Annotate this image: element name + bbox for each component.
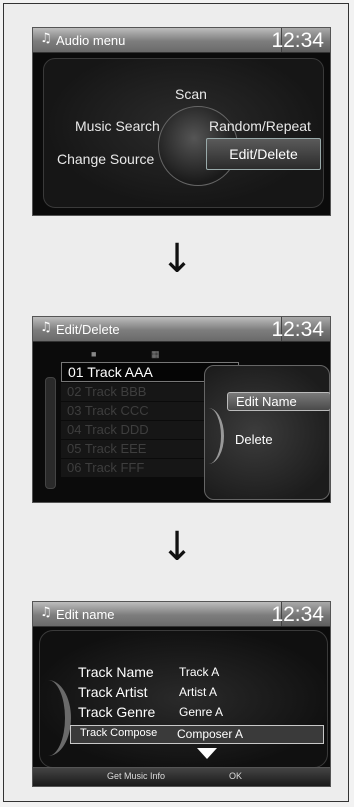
scrollbar[interactable] xyxy=(45,377,56,489)
field-value: Composer A xyxy=(177,727,244,741)
field-label: Track Genre xyxy=(78,704,156,720)
menu-item-change-source[interactable]: Change Source xyxy=(57,151,154,167)
manual-figure: ♫ Audio menu 12:34 Scan Music Search Ran… xyxy=(3,3,349,802)
option-panel: Edit Name Delete xyxy=(204,365,330,500)
title-bar: ♫ Audio menu 12:34 xyxy=(33,28,330,53)
flow-arrow-2: ↓ xyxy=(160,524,194,570)
footer-bar: Get Music Info OK xyxy=(33,767,330,786)
edit-delete-screen: ♫ Edit/Delete 12:34 ■ ▦ 01 Track AAA 02 … xyxy=(32,316,331,503)
clock: 12:34 xyxy=(271,29,324,52)
menu-item-music-search[interactable]: Music Search xyxy=(75,118,160,134)
get-music-info-button[interactable]: Get Music Info xyxy=(107,771,165,781)
edit-name-screen: ♫ Edit name 12:34 Track Name Track A Tra… xyxy=(32,601,331,787)
lock-icon: ■ xyxy=(91,349,97,359)
menu-item-edit-delete[interactable]: Edit/Delete xyxy=(206,138,321,170)
delete-option[interactable]: Delete xyxy=(235,432,273,447)
flow-arrow-1: ↓ xyxy=(160,236,194,282)
screen-title: Edit name xyxy=(56,607,115,622)
dial-curve xyxy=(193,408,224,464)
field-value[interactable]: Track A xyxy=(179,665,219,679)
clock: 12:34 xyxy=(271,603,324,626)
title-bar: ♫ Edit name 12:34 xyxy=(33,602,330,627)
music-note-icon: ♫ xyxy=(40,605,52,620)
field-value[interactable]: Artist A xyxy=(179,685,217,699)
triangle-down-icon[interactable] xyxy=(197,748,217,759)
music-note-icon: ♫ xyxy=(40,31,52,46)
menu-item-scan[interactable]: Scan xyxy=(175,86,207,102)
menu-item-random-repeat[interactable]: Random/Repeat xyxy=(209,118,311,134)
clock: 12:34 xyxy=(271,318,324,341)
edit-name-option[interactable]: Edit Name xyxy=(227,392,330,411)
field-value[interactable]: Genre A xyxy=(179,705,223,719)
folder-icon: ▦ xyxy=(151,349,160,359)
title-bar: ♫ Edit/Delete 12:34 xyxy=(33,317,330,342)
audio-menu-screen: ♫ Audio menu 12:34 Scan Music Search Ran… xyxy=(32,27,331,216)
screen-title: Edit/Delete xyxy=(56,322,120,337)
screen-title: Audio menu xyxy=(56,33,126,48)
ok-button[interactable]: OK xyxy=(229,771,242,781)
selected-field-row[interactable]: Track Compose Composer A xyxy=(70,725,324,744)
field-label: Track Compose xyxy=(80,727,158,739)
music-note-icon: ♫ xyxy=(40,320,52,335)
field-label: Track Artist xyxy=(78,684,148,700)
field-label: Track Name xyxy=(78,664,154,680)
